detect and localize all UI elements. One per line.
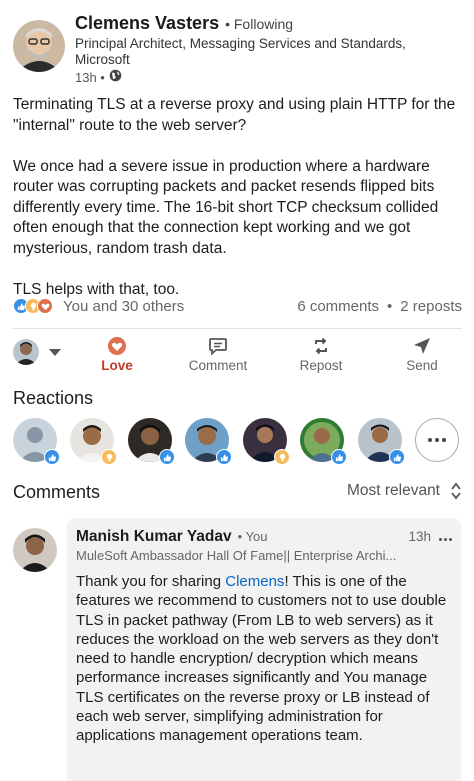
more-icon (439, 538, 442, 541)
author-name[interactable]: Clemens Vasters (75, 13, 219, 34)
divider (13, 328, 462, 329)
love-reaction-icon (108, 337, 126, 355)
like-badge-icon (389, 449, 405, 465)
love-reaction-icon (37, 298, 53, 314)
commenter-you-label: • You (237, 529, 268, 544)
reactor-avatar[interactable] (128, 418, 175, 465)
sort-chevron-icon (451, 482, 461, 500)
more-reactions-button[interactable] (415, 418, 459, 462)
insightful-badge-icon (101, 449, 117, 465)
comments-heading: Comments (13, 482, 101, 502)
author-avatar[interactable] (13, 20, 65, 72)
send-icon (414, 338, 430, 354)
mention-link[interactable]: Clemens (225, 573, 284, 590)
comment-time: 13h (408, 529, 431, 544)
reactor-avatar[interactable] (300, 418, 347, 465)
reposts-count[interactable]: 2 reposts (400, 298, 462, 315)
reactions-heading: Reactions (13, 388, 94, 408)
post-body: Terminating TLS at a reverse proxy and u… (13, 96, 456, 298)
more-icon (428, 438, 432, 442)
comments-count[interactable]: 6 comments (297, 298, 379, 315)
send-label: Send (406, 358, 438, 373)
reactions-count[interactable]: You and 30 others (63, 298, 184, 315)
reactor-avatar[interactable] (70, 418, 117, 465)
repost-label: Repost (299, 358, 343, 373)
commenter-headline: MuleSoft Ambassador Hall Of Fame|| Enter… (76, 548, 397, 563)
sort-dropdown[interactable]: Most relevant (347, 482, 462, 500)
love-button[interactable]: Love (77, 336, 157, 373)
comment-label: Comment (188, 358, 248, 373)
reactor-avatar[interactable] (185, 418, 232, 465)
reactor-avatar[interactable] (13, 418, 60, 465)
love-label: Love (101, 358, 133, 373)
reactors-list (13, 418, 462, 466)
insightful-badge-icon (274, 449, 290, 465)
commenter-name[interactable]: Manish Kumar Yadav (76, 528, 232, 546)
like-badge-icon (44, 449, 60, 465)
comment-text: Thank you for sharing Clemens! This is o… (76, 572, 452, 746)
reactor-avatar[interactable] (358, 418, 405, 465)
reactor-avatar[interactable] (243, 418, 290, 465)
comment-bubble: Manish Kumar Yadav • You 13h MuleSoft Am… (67, 518, 461, 781)
globe-icon (109, 69, 122, 85)
comment-text-part: Thank you for sharing (76, 573, 226, 590)
following-status: • Following (225, 16, 294, 32)
comment-text-part: ! This is one of the features we recomme… (76, 573, 447, 745)
comment-button[interactable]: Comment (178, 336, 258, 373)
repost-button[interactable]: Repost (281, 336, 361, 373)
like-badge-icon (159, 449, 175, 465)
post-time: 13h • (75, 69, 105, 85)
post-author: Clemens Vasters • Following Principal Ar… (13, 13, 462, 85)
commenter-avatar[interactable] (13, 528, 57, 572)
repost-icon (315, 337, 327, 355)
author-headline: Principal Architect, Messaging Services … (75, 36, 406, 67)
count-separator: • (387, 297, 393, 315)
reaction-summary-icons[interactable] (13, 298, 53, 314)
chevron-down-icon[interactable] (49, 349, 61, 356)
comment-more-button[interactable] (439, 538, 452, 541)
like-badge-icon (331, 449, 347, 465)
sort-label: Most relevant (346, 482, 440, 499)
like-badge-icon (216, 449, 232, 465)
send-button[interactable]: Send (382, 336, 462, 373)
social-counts: You and 30 others 6 comments • 2 reposts (13, 295, 462, 317)
actor-avatar[interactable] (13, 339, 39, 365)
action-bar: Love Comment Repost Send (0, 333, 474, 377)
comment-icon (209, 338, 227, 356)
comment-item: Manish Kumar Yadav • You 13h MuleSoft Am… (13, 518, 474, 781)
